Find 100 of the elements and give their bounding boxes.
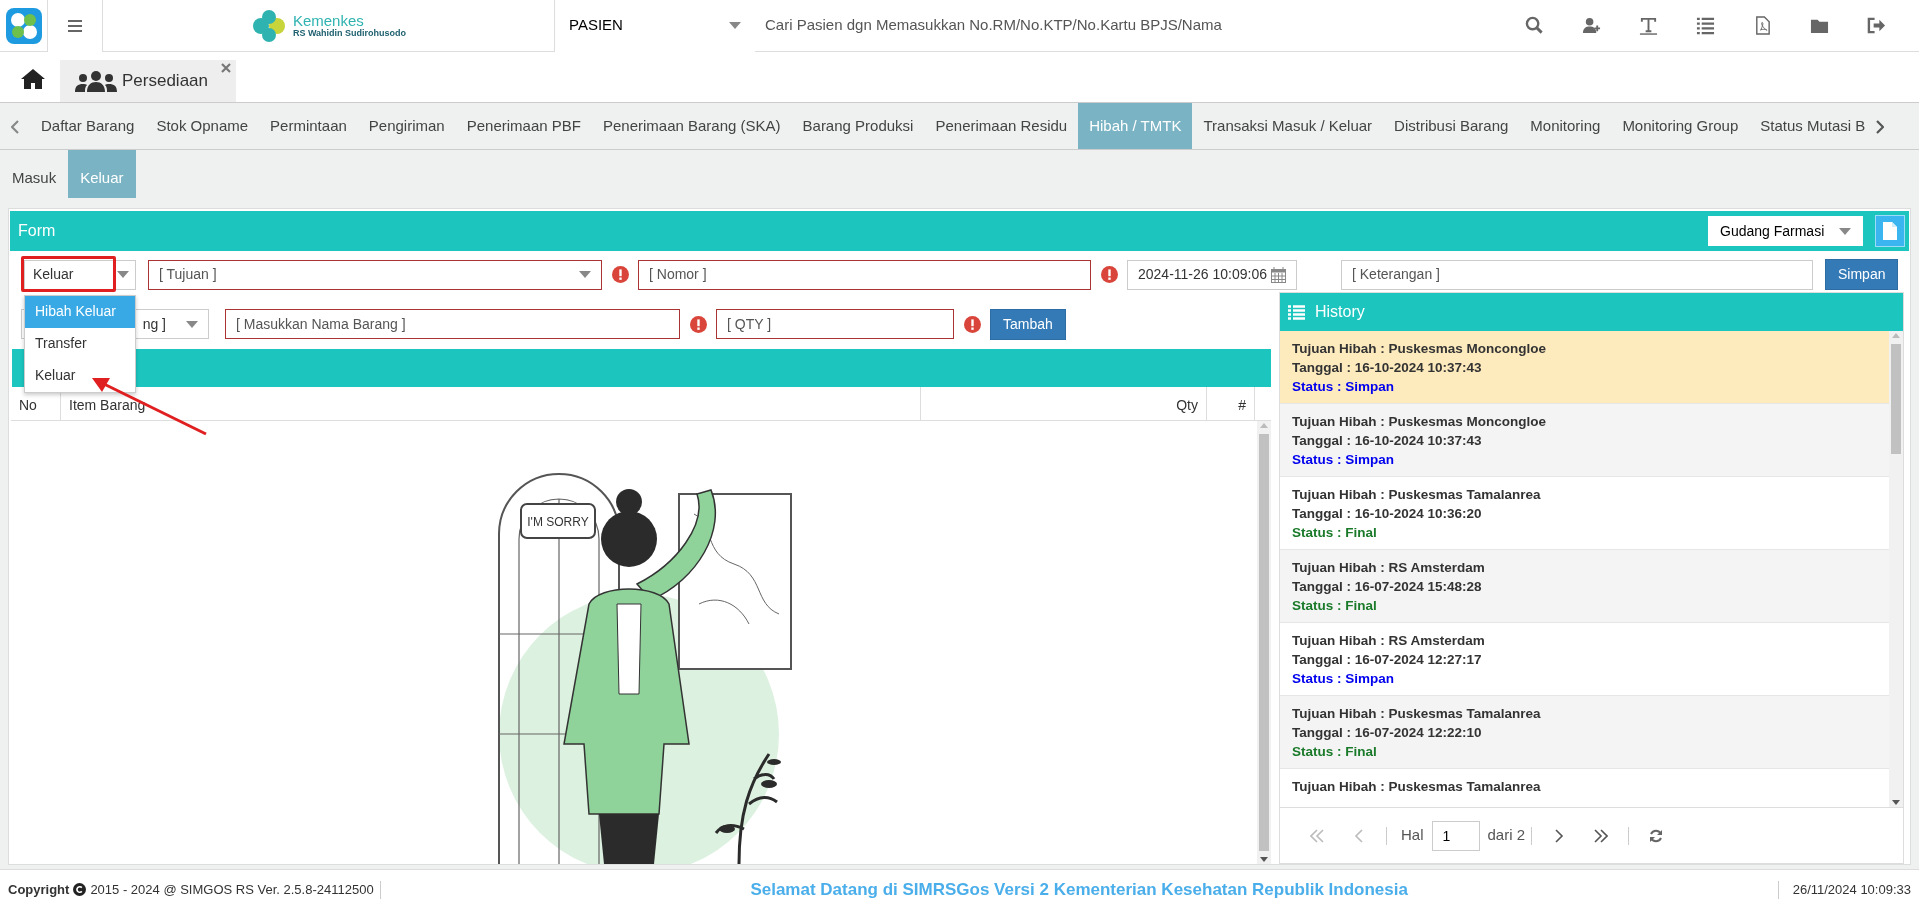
history-title: History (1315, 302, 1365, 322)
history-date: Tanggal : 16-07-2024 15:48:28 (1292, 578, 1483, 596)
caret-icon (1839, 227, 1851, 235)
menu-button[interactable] (48, 0, 103, 52)
input-field[interactable]: [ Nomor ] (638, 259, 1091, 290)
history-destination: Tujuan Hibah : RS Amsterdam (1292, 559, 1486, 577)
scrollbar[interactable] (1257, 421, 1271, 864)
error-icon (1100, 266, 1118, 283)
menu-tab[interactable]: Penerimaan Residu (924, 103, 1079, 149)
form-title: Form (18, 221, 56, 241)
caret-icon (117, 271, 129, 278)
add-user-icon[interactable] (1582, 16, 1601, 35)
date-field[interactable]: 2024-11-26 10:09:06 (1127, 259, 1297, 290)
text-icon[interactable] (1639, 16, 1658, 35)
menu-tab[interactable]: Permintaan (259, 103, 358, 149)
menu-tab[interactable]: Penerimaan PBF (455, 103, 592, 149)
copyright-text: 2015 - 2024 @ SIMGOS RS Ver. 2.5.8-24112500 (90, 880, 374, 899)
speech-bubble-text: I'M SORRY (527, 515, 589, 529)
history-status: Status : Final (1292, 597, 1378, 615)
input-field[interactable]: [ QTY ] (716, 309, 954, 339)
copyright-icon (73, 883, 87, 896)
history-date: Tanggal : 16-10-2024 10:37:43 (1292, 432, 1483, 450)
history-status: Status : Final (1292, 524, 1378, 542)
sign-out-icon[interactable] (1867, 16, 1886, 35)
column-header: Item Barang (61, 387, 921, 420)
scroll-up-icon (1892, 333, 1900, 338)
history-item[interactable]: Tujuan Hibah : Puskesmas Tamalanrea Tanggal : 16-07-2024 12:22:10 Status : Final (1280, 696, 1889, 769)
history-date: Tanggal : 16-07-2024 12:22:10 (1292, 724, 1483, 742)
brand-name: Kemenkes (292, 12, 365, 28)
scrollbar-thumb[interactable] (1259, 434, 1269, 851)
home-icon[interactable] (20, 68, 46, 90)
history-destination: Tujuan Hibah : RS Amsterdam (1292, 632, 1486, 650)
history-destination: Tujuan Hibah : Puskesmas Tamalanrea (1292, 486, 1542, 504)
history-date: Tanggal : 16-07-2024 12:27:17 (1292, 651, 1483, 669)
column-header: Qty (921, 387, 1207, 420)
history-item[interactable]: Tujuan Hibah : RS Amsterdam Tanggal : 16-07-2024 15:48:28 Status : Final (1280, 550, 1889, 623)
menu-tab[interactable]: Penerimaan Barang (SKA) (591, 103, 792, 149)
history-item[interactable]: Tujuan Hibah : Puskesmas Moncongloe Tanggal : 16-10-2024 10:37:43 Status : Simpan (1280, 331, 1889, 404)
scroll-down-icon (1260, 857, 1268, 862)
search-icon[interactable] (1525, 16, 1544, 35)
file-icon (1883, 222, 1897, 240)
error-icon (963, 315, 981, 333)
menu-tab[interactable]: Transaksi Masuk / Keluar (1192, 103, 1384, 149)
last-page-icon[interactable] (1594, 828, 1609, 843)
chevron-right-icon[interactable] (1876, 119, 1885, 134)
caret-icon (579, 271, 591, 278)
history-status: Status : Simpan (1292, 451, 1395, 469)
users-icon (72, 70, 120, 92)
history-date: Tanggal : 16-10-2024 10:37:43 (1292, 359, 1483, 377)
pdf-file-icon[interactable] (1753, 16, 1772, 35)
tab-label: Persediaan (122, 70, 208, 93)
dropdown-option[interactable]: Transfer (25, 327, 135, 360)
type-select[interactable]: Keluar (24, 259, 136, 290)
history-status: Status : Simpan (1292, 378, 1395, 396)
menu-tab[interactable]: Stok Opname (145, 103, 260, 149)
menu-tab[interactable]: Monitoring Group (1611, 103, 1750, 149)
add-button[interactable]: Tambah (990, 308, 1066, 340)
history-destination: Tujuan Hibah : Puskesmas Tamalanrea (1292, 705, 1542, 723)
menu-tab[interactable]: Daftar Barang (30, 103, 146, 149)
calendar-icon (1271, 266, 1286, 283)
menu-tab[interactable]: Status Mutasi B (1749, 103, 1877, 149)
history-destination: Tujuan Hibah : Puskesmas Moncongloe (1292, 340, 1548, 358)
menu-tab[interactable]: Pengiriman (357, 103, 456, 149)
page-label: Hal (1401, 825, 1424, 846)
open-tab[interactable]: Persediaan (60, 60, 236, 102)
warehouse-select[interactable]: Gudang Farmasi (1708, 216, 1863, 246)
history-date: Tanggal : 16-10-2024 10:36:20 (1292, 505, 1483, 523)
caret-icon (186, 320, 198, 328)
refresh-icon[interactable] (1649, 828, 1664, 843)
menu-tab[interactable]: Distribusi Barang (1383, 103, 1520, 149)
save-button[interactable]: Simpan (1825, 259, 1899, 290)
scroll-down-icon (1892, 800, 1900, 805)
error-icon (611, 266, 629, 283)
ministry-logo-icon (250, 7, 287, 44)
history-destination: Tujuan Hibah : Puskesmas Moncongloe (1292, 413, 1548, 431)
scrollbar[interactable] (1889, 331, 1903, 807)
input-field[interactable]: [ Keterangan ] (1341, 259, 1813, 290)
history-status: Status : Simpan (1292, 670, 1395, 688)
select-field[interactable]: [ Tujuan ] (148, 259, 602, 290)
caret-icon (729, 22, 741, 29)
welcome-message: Selamat Datang di SIMRSGos Versi 2 Kementerian Kesehatan Republik Indonesia (749, 878, 1409, 901)
footer-datetime: 26/11/2024 10:09:33 (1792, 880, 1911, 899)
menu-tab[interactable]: Barang Produksi (791, 103, 925, 149)
scrollbar-thumb[interactable] (1891, 344, 1901, 454)
history-destination: Tujuan Hibah : Puskesmas Tamalanrea (1292, 778, 1542, 796)
chevron-left-icon[interactable] (11, 119, 19, 134)
history-item[interactable]: Tujuan Hibah : Puskesmas Moncongloe Tanggal : 16-10-2024 10:37:43 Status : Simpan (1280, 404, 1889, 477)
list-icon[interactable] (1696, 16, 1715, 35)
sub-tab[interactable]: Masuk (0, 150, 69, 198)
menu-icon (68, 19, 82, 32)
close-icon[interactable] (221, 63, 231, 73)
app-logo-icon (5, 7, 42, 44)
list-icon (1288, 304, 1305, 320)
history-status: Status : Final (1292, 743, 1378, 761)
page-number-field[interactable]: 1 (1431, 820, 1480, 851)
error-icon (689, 315, 707, 333)
input-field[interactable]: [ Masukkan Nama Barang ] (225, 309, 680, 339)
brand-subtitle: RS Wahidin Sudirohusodo (292, 27, 407, 39)
column-header: # (1207, 387, 1255, 420)
menu-tab[interactable]: Monitoring (1519, 103, 1612, 149)
